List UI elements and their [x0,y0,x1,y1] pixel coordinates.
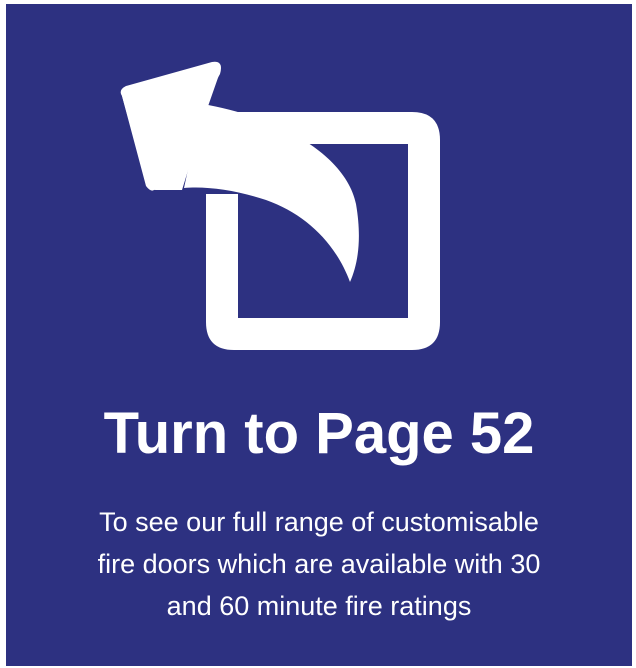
description-line: To see our full range of customisable [99,507,539,537]
description-line: fire doors which are available with 30 [97,549,541,579]
page-title: Turn to Page 52 [103,401,535,466]
external-link-arrow-icon [6,4,632,374]
promo-card: Turn to Page 52 To see our full range of… [6,4,632,666]
description-line: and 60 minute fire ratings [166,591,472,621]
description: To see our full range of customisable fi… [46,501,592,627]
